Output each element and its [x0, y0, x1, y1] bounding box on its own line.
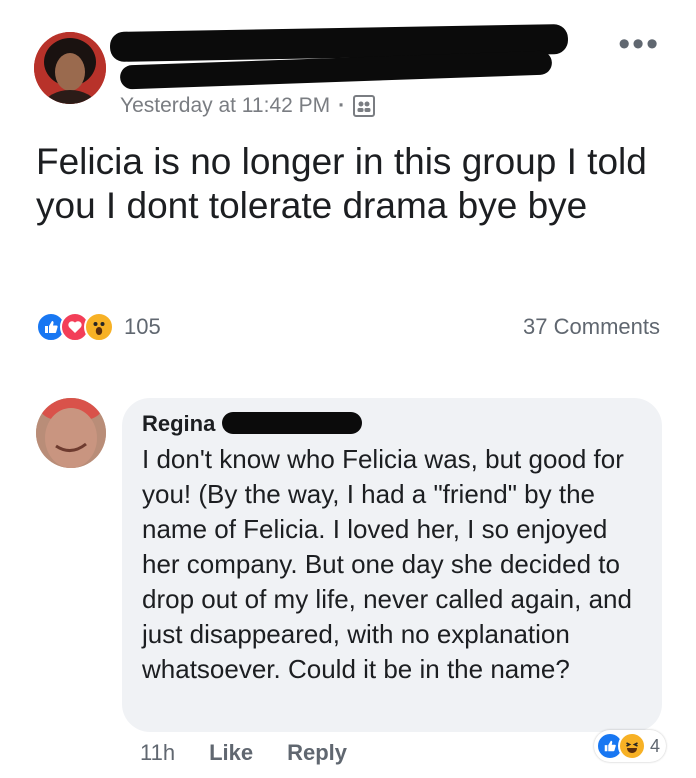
haha-reaction-icon	[617, 732, 646, 760]
comment-actions: 11h Like Reply	[140, 740, 347, 766]
post-meta: Yesterday at 11:42 PM ·	[120, 94, 376, 118]
post-timestamp[interactable]: Yesterday at 11:42 PM	[120, 94, 330, 118]
comments-count-link[interactable]: 37 Comments	[523, 312, 660, 342]
comment-time[interactable]: 11h	[140, 740, 175, 766]
commenter-avatar[interactable]	[36, 398, 106, 468]
comment-like-button[interactable]: Like	[209, 740, 253, 766]
post-reactions[interactable]: 105	[36, 312, 161, 342]
more-options-icon[interactable]: •••	[618, 27, 660, 61]
comment-bubble: Regina I don't know who Felicia was, but…	[122, 398, 662, 732]
post-author-avatar[interactable]	[34, 32, 106, 104]
post-text: Felicia is no longer in this group I tol…	[36, 141, 647, 226]
redacted-commenter-surname	[222, 412, 362, 434]
comment-reply-button[interactable]: Reply	[287, 740, 347, 766]
group-icon	[353, 95, 376, 117]
wow-reaction-icon	[84, 312, 114, 342]
comment-author-name[interactable]: Regina	[142, 410, 642, 440]
comment-reaction-count: 4	[649, 735, 660, 756]
post-reaction-count: 105	[124, 314, 161, 339]
meta-separator: ·	[338, 94, 346, 117]
comment-text: I don't know who Felicia was, but good f…	[142, 444, 632, 684]
comment-reactions[interactable]: 4	[593, 730, 666, 762]
